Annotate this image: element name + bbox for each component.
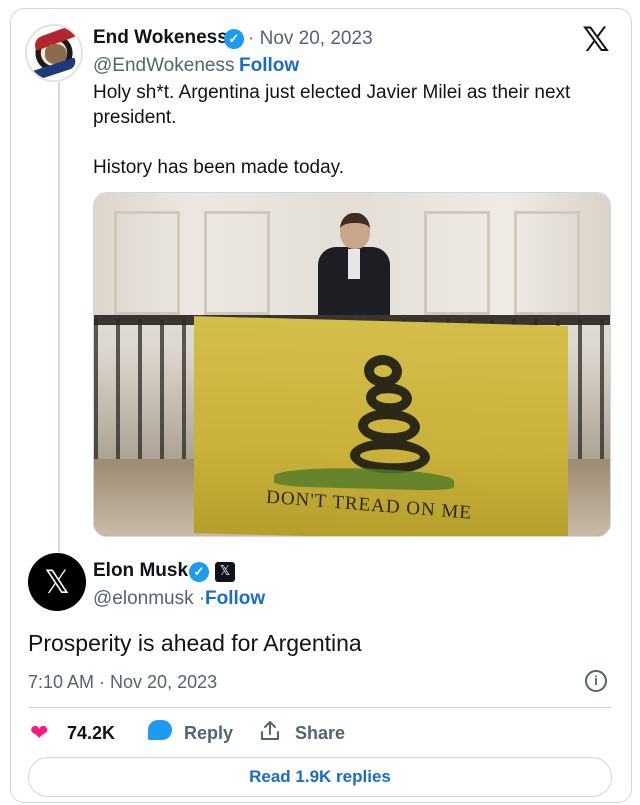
heart-icon[interactable]: ❤ bbox=[30, 722, 48, 744]
quoted-author-handle[interactable]: @EndWokeness · bbox=[93, 55, 246, 77]
share-button[interactable]: Share bbox=[295, 723, 345, 744]
follow-end-wokeness-button[interactable]: Follow bbox=[239, 55, 299, 77]
person-shirt bbox=[348, 249, 360, 279]
main-tweet-timestamp[interactable]: 7:10 AM · Nov 20, 2023 bbox=[28, 672, 217, 693]
read-replies-button[interactable]: Read 1.9K replies bbox=[28, 757, 612, 797]
snake-icon bbox=[330, 342, 430, 475]
end-wokeness-avatar[interactable] bbox=[25, 24, 83, 82]
actions-divider bbox=[28, 707, 612, 708]
tweet-photo[interactable]: DON'T TREAD ON ME bbox=[93, 192, 611, 537]
quoted-tweet-line-1: Holy sh*t. Argentina just elected Javier… bbox=[93, 82, 571, 128]
info-icon[interactable]: i bbox=[585, 670, 607, 692]
x-logo-icon[interactable]: 𝕏 bbox=[578, 22, 614, 58]
flag-caption-text: DON'T TREAD ON ME bbox=[265, 486, 473, 524]
main-author-handle[interactable]: @elonmusk · bbox=[93, 588, 205, 610]
like-count[interactable]: 74.2K bbox=[67, 723, 115, 744]
wall-panel bbox=[424, 211, 490, 315]
share-icon[interactable] bbox=[260, 720, 280, 742]
follow-elon-musk-button[interactable]: Follow bbox=[205, 588, 265, 610]
wall-panel bbox=[114, 211, 180, 315]
thread-connector-line bbox=[58, 82, 60, 552]
quoted-tweet-text: Holy sh*t. Argentina just elected Javier… bbox=[93, 80, 603, 205]
quoted-tweet-line-2: History has been made today. bbox=[93, 157, 345, 178]
x-affiliation-badge-icon: 𝕏 bbox=[215, 562, 235, 582]
person-head bbox=[340, 213, 370, 249]
main-author-name[interactable]: Elon Musk bbox=[93, 560, 188, 582]
quoted-tweet-date[interactable]: · Nov 20, 2023 bbox=[248, 28, 373, 50]
main-tweet-text: Prosperity is ahead for Argentina bbox=[28, 630, 362, 656]
verified-badge-icon: ✓ bbox=[224, 29, 244, 49]
gadsden-flag: DON'T TREAD ON ME bbox=[194, 316, 568, 536]
elon-musk-avatar[interactable]: 𝕏 bbox=[28, 553, 86, 611]
quoted-author-name[interactable]: End Wokeness bbox=[93, 27, 228, 49]
wall-panel bbox=[514, 211, 580, 315]
verified-badge-icon: ✓ bbox=[189, 562, 209, 582]
reply-bubble-icon[interactable] bbox=[148, 720, 172, 740]
reply-button[interactable]: Reply bbox=[184, 723, 233, 744]
wall-panel bbox=[204, 211, 270, 315]
